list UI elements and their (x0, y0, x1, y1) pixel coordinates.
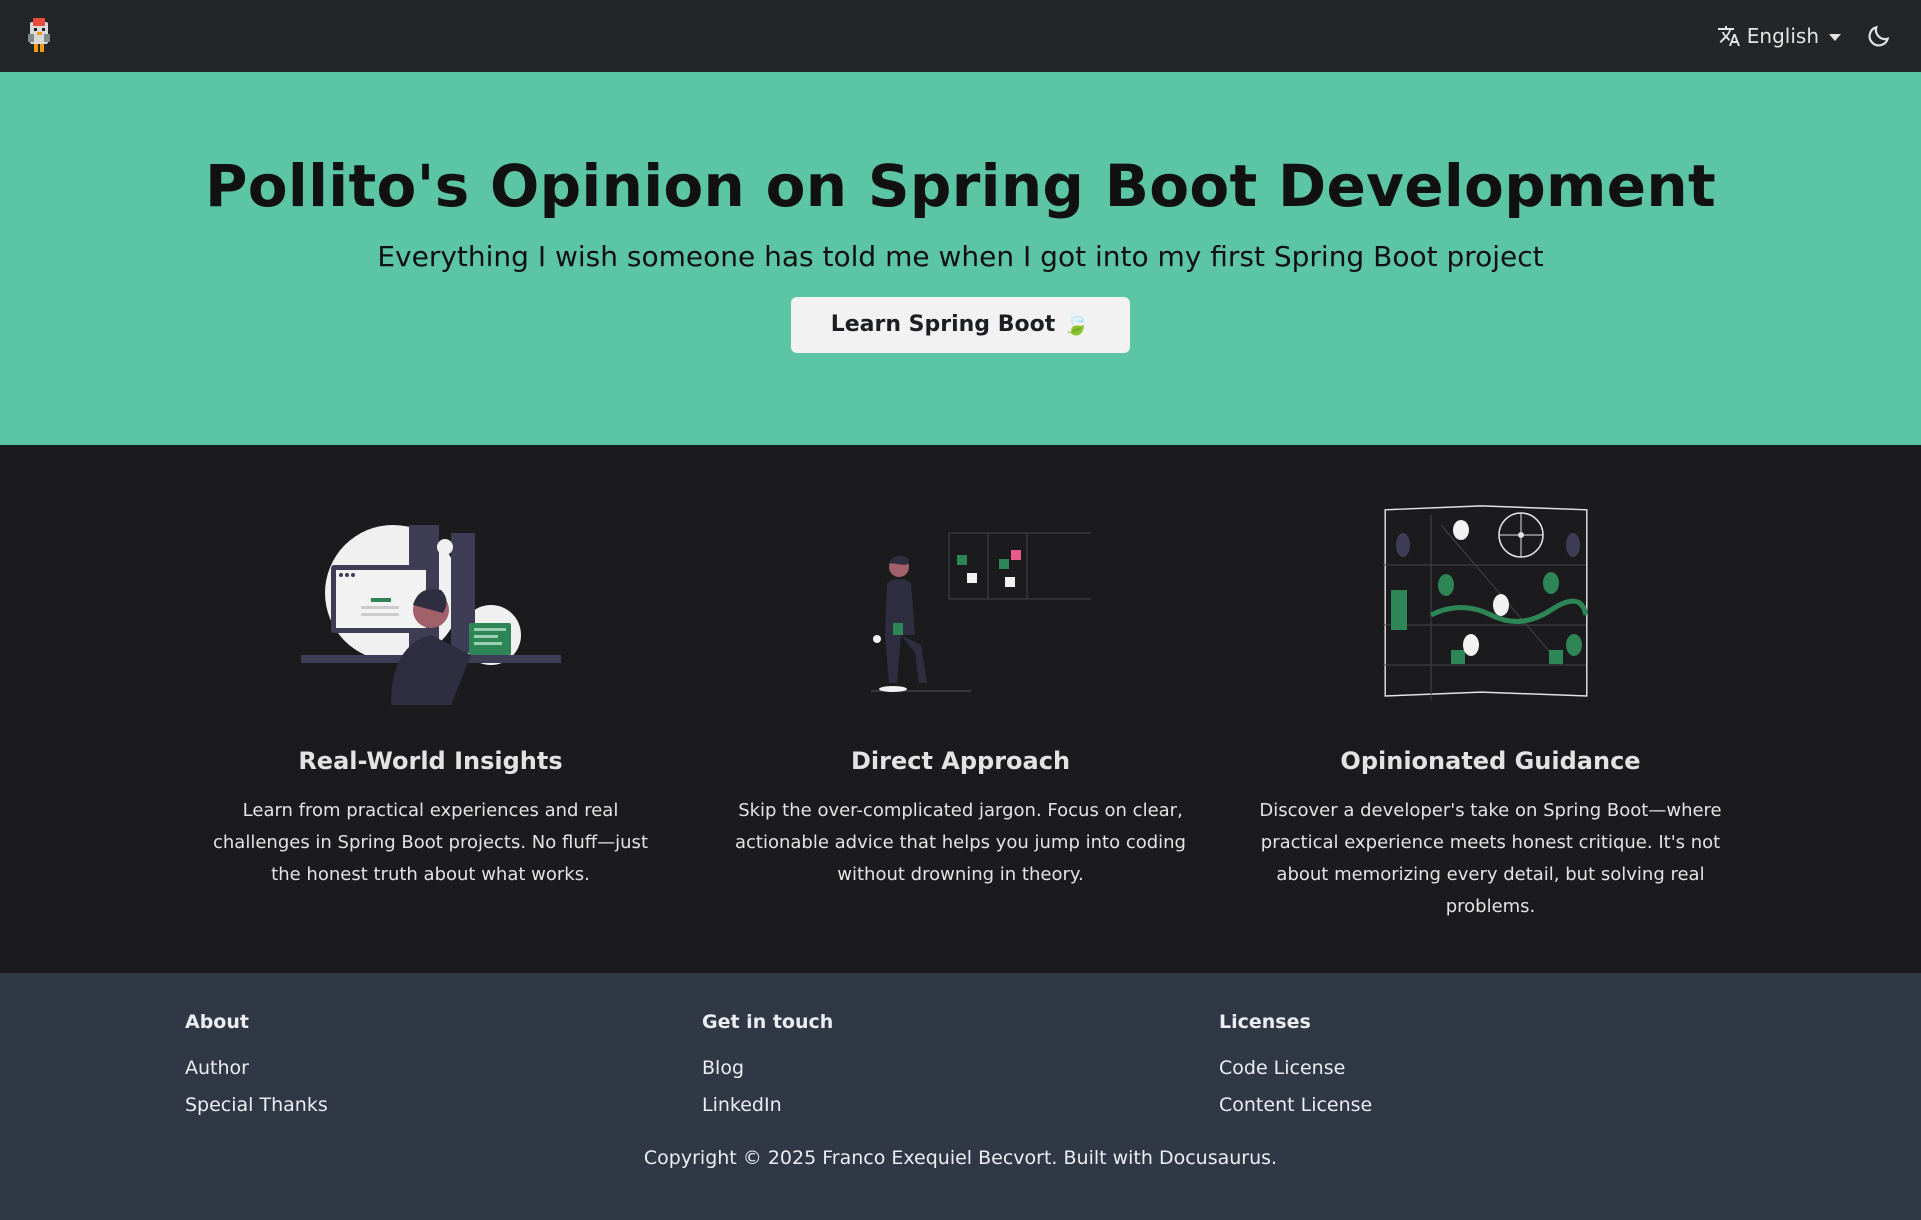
hero-banner: Pollito's Opinion on Spring Boot Develop… (0, 72, 1921, 445)
feature-description: Learn from practical experiences and rea… (213, 800, 648, 885)
footer-link-linkedin[interactable]: LinkedIn (702, 1094, 1219, 1116)
footer: About Author Special Thanks Get in touch… (0, 973, 1921, 1220)
footer-columns: About Author Special Thanks Get in touch… (185, 1011, 1736, 1131)
feature-opinionated-guidance: Opinionated Guidance Discover a develope… (1226, 505, 1756, 973)
developer-at-computer-illustration (300, 525, 561, 705)
home-logo-link[interactable] (24, 16, 54, 56)
copyright-text: Copyright © 2025 Franco Exequiel Becvort… (643, 1147, 1278, 1169)
moon-icon (1868, 25, 1890, 47)
navbar: English (0, 0, 1921, 72)
footer-link-code-license[interactable]: Code License (1219, 1057, 1736, 1079)
footer-column-title: Get in touch (702, 1011, 834, 1033)
navbar-right: English (1717, 18, 1897, 54)
feature-title: Real-World Insights (298, 747, 563, 775)
features-section: Real-World Insights Learn from practical… (0, 445, 1921, 973)
feature-title: Direct Approach (850, 747, 1071, 775)
footer-link-content-license[interactable]: Content License (1219, 1094, 1736, 1116)
chevron-down-icon (1829, 33, 1841, 41)
footer-column-licenses: Licenses Code License Content License (1219, 1011, 1736, 1131)
person-with-task-board-illustration (870, 532, 1091, 692)
feature-description: Skip the over-complicated jargon. Focus … (734, 800, 1186, 885)
footer-column-get-in-touch: Get in touch Blog LinkedIn (702, 1011, 1219, 1131)
footer-link-author[interactable]: Author (185, 1057, 702, 1079)
hero-title: Pollito's Opinion on Spring Boot Develop… (204, 152, 1717, 220)
learn-spring-boot-button[interactable]: Learn Spring Boot 🍃 (790, 296, 1131, 353)
translate-icon (1717, 26, 1740, 46)
footer-link-blog[interactable]: Blog (702, 1057, 1219, 1079)
feature-title: Opinionated Guidance (1340, 747, 1641, 775)
feature-description: Discover a developer's take on Spring Bo… (1259, 800, 1722, 917)
footer-link-special-thanks[interactable]: Special Thanks (185, 1094, 702, 1116)
feature-direct-approach: Direct Approach Skip the over-complicate… (696, 505, 1226, 973)
footer-column-title: Licenses (1219, 1011, 1311, 1033)
chicken-logo-icon (28, 18, 50, 52)
city-map-illustration (1382, 505, 1588, 700)
hero-subtitle: Everything I wish someone has told me wh… (377, 239, 1544, 273)
language-label: English (1746, 24, 1819, 48)
theme-toggle-button[interactable] (1861, 18, 1897, 54)
language-dropdown[interactable]: English (1717, 24, 1841, 48)
footer-column-title: About (185, 1011, 249, 1033)
footer-column-about: About Author Special Thanks (185, 1011, 702, 1131)
feature-real-world-insights: Real-World Insights Learn from practical… (166, 505, 696, 973)
